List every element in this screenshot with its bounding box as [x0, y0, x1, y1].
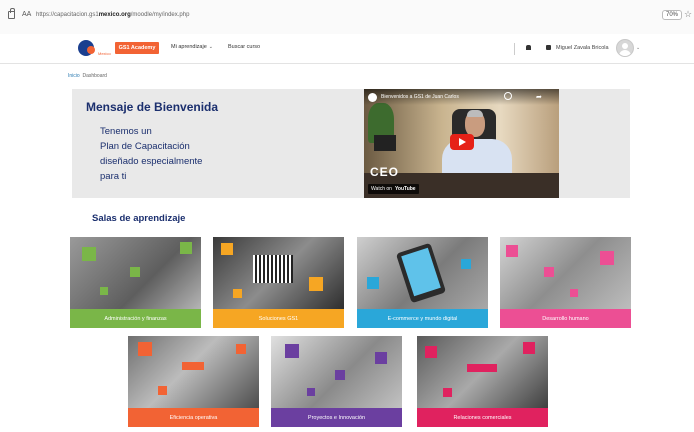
browser-address-bar: AA https://capacitacion.gs1mexico.org/mo…	[0, 0, 694, 34]
card-soluciones-gs1[interactable]: Soluciones GS1	[213, 237, 344, 328]
url-suffix: /moodle/my/index.php	[130, 12, 190, 18]
welcome-text: Tenemos un Plan de Capacitación diseñado…	[100, 124, 280, 184]
share-icon[interactable]: ➦	[536, 93, 542, 101]
card-caption[interactable]: Eficiencia operativa	[128, 408, 259, 427]
youtube-logo-icon: YouTube	[394, 186, 416, 192]
channel-avatar-icon[interactable]	[368, 93, 377, 102]
card-decoration	[138, 342, 152, 356]
play-icon[interactable]	[450, 134, 474, 150]
url-domain: mexico.org	[98, 12, 131, 18]
video-title[interactable]: Bienvenidos a GS1 de Juan Carlos	[381, 94, 459, 100]
welcome-title: Mensaje de Bienvenida	[86, 100, 219, 114]
logo-subtitle: Mexico	[98, 51, 111, 56]
card-ecommerce[interactable]: E-commerce y mundo digital	[357, 237, 488, 328]
welcome-line: Plan de Capacitación	[100, 141, 190, 152]
card-decoration	[158, 386, 167, 395]
header-divider	[514, 43, 515, 55]
card-decoration	[236, 344, 246, 354]
watch-on-youtube-button[interactable]: Watch on YouTube	[368, 184, 419, 194]
card-decoration	[285, 344, 299, 358]
card-decoration	[523, 342, 535, 354]
card-decoration	[180, 242, 192, 254]
card-decoration	[182, 362, 204, 370]
card-decoration	[309, 277, 323, 291]
card-decoration	[100, 287, 108, 295]
nav-buscar-curso[interactable]: Buscar curso	[228, 44, 260, 50]
card-decoration	[467, 364, 497, 372]
card-caption[interactable]: E-commerce y mundo digital	[357, 309, 488, 328]
card-decoration	[600, 251, 614, 265]
breadcrumb-home[interactable]: Inicio	[68, 73, 80, 79]
card-decoration	[425, 346, 437, 358]
welcome-video[interactable]: Bienvenidos a GS1 de Juan Carlos ➦ CEO W…	[364, 89, 559, 198]
card-proyectos-innovacion[interactable]: Proyectos e Innovación	[271, 336, 402, 427]
card-desarrollo-humano[interactable]: Desarrollo humano	[500, 237, 631, 328]
url-prefix: https://capacitacion.gs1	[36, 12, 99, 18]
chevron-down-icon[interactable]: ⌄	[636, 45, 640, 51]
monitor-image	[374, 135, 396, 151]
card-decoration	[82, 247, 96, 261]
welcome-line: diseñado especialmente	[100, 156, 203, 167]
card-decoration	[335, 370, 345, 380]
card-decoration	[570, 289, 578, 297]
nav-mi-aprendizaje-label: Mi aprendizaje	[171, 44, 207, 50]
breadcrumb: Inicio Dashboard	[68, 73, 107, 79]
zoom-indicator[interactable]: 70%	[662, 10, 683, 20]
app-header: Mexico GS1 Academy Mi aprendizaje ⌄ Busca…	[0, 34, 694, 64]
card-relaciones-comerciales[interactable]: Relaciones comerciales	[417, 336, 548, 427]
card-decoration	[461, 259, 471, 269]
watch-on-label: Watch on	[371, 186, 392, 192]
card-image	[500, 237, 631, 309]
watch-later-icon[interactable]	[504, 92, 512, 100]
user-name[interactable]: Miguel Zavala Bricola	[556, 45, 609, 51]
card-caption[interactable]: Administración y finanzas	[70, 309, 201, 328]
breadcrumb-current: Dashboard	[82, 73, 107, 79]
card-decoration	[443, 388, 452, 397]
presenter-hair	[467, 110, 483, 117]
star-icon[interactable]: ☆	[684, 9, 692, 20]
card-caption[interactable]: Relaciones comerciales	[417, 408, 548, 427]
avatar-icon[interactable]	[616, 39, 634, 57]
lock-icon	[8, 8, 15, 19]
welcome-line: para ti	[100, 171, 127, 182]
card-caption[interactable]: Soluciones GS1	[213, 309, 344, 328]
bell-icon[interactable]	[526, 45, 531, 50]
reader-mode-button[interactable]: AA	[22, 11, 31, 18]
card-decoration	[307, 388, 315, 396]
card-eficiencia-operativa[interactable]: Eficiencia operativa	[128, 336, 259, 427]
chat-icon[interactable]	[546, 45, 551, 50]
gs1-logo[interactable]	[78, 40, 95, 56]
url-field[interactable]: https://capacitacion.gs1mexico.org/moodl…	[36, 12, 189, 18]
card-caption[interactable]: Desarrollo humano	[500, 309, 631, 328]
chevron-down-icon: ⌄	[208, 44, 213, 50]
card-decoration	[506, 245, 518, 257]
card-decoration	[130, 267, 140, 277]
card-decoration	[221, 243, 233, 255]
card-administracion[interactable]: Administración y finanzas	[70, 237, 201, 328]
card-decoration	[233, 289, 242, 298]
section-title: Salas de aprendizaje	[92, 213, 186, 224]
card-decoration	[544, 267, 554, 277]
card-decoration	[367, 277, 379, 289]
nav-mi-aprendizaje[interactable]: Mi aprendizaje ⌄	[171, 44, 213, 50]
card-decoration	[375, 352, 387, 364]
academy-badge[interactable]: GS1 Academy	[115, 42, 159, 54]
video-overlay-text: CEO	[370, 165, 400, 179]
card-decoration	[253, 255, 293, 283]
welcome-line: Tenemos un	[100, 126, 152, 137]
card-caption[interactable]: Proyectos e Innovación	[271, 408, 402, 427]
